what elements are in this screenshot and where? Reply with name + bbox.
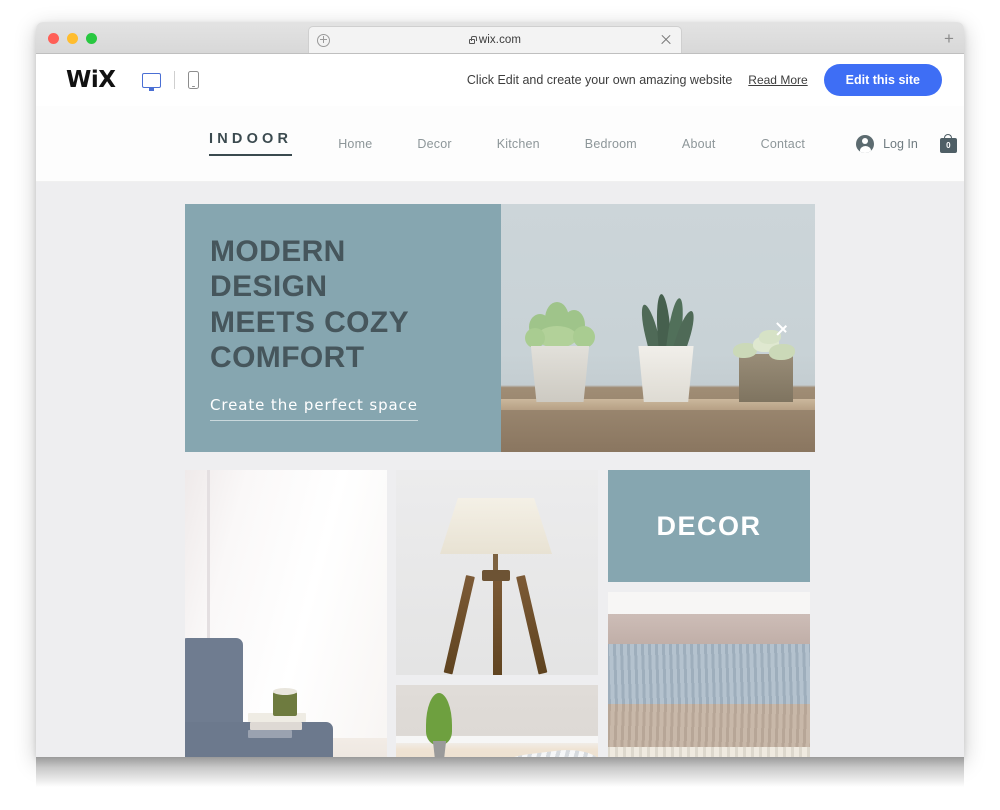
hero-title-line-3: MEETS COZY xyxy=(210,305,410,339)
site-logo-indoor[interactable]: INDOOR xyxy=(209,131,293,156)
hero-title-line-1: MODERN xyxy=(210,235,346,268)
shopping-bag-icon[interactable]: 0 xyxy=(939,134,957,153)
blanket-pink xyxy=(608,614,810,648)
plant-pot-2 xyxy=(636,293,698,402)
pot-2-body xyxy=(638,346,694,402)
grid-tile-rug[interactable] xyxy=(396,685,598,757)
grid-tile-chair[interactable] xyxy=(185,470,387,757)
hero-slider: MODERN DESIGN MEETS COZY COMFORT Create … xyxy=(185,204,815,452)
promo-text: Click Edit and create your own amazing w… xyxy=(466,73,733,87)
site-content: MODERN DESIGN MEETS COZY COMFORT Create … xyxy=(36,182,964,757)
lamp-leg xyxy=(443,574,475,675)
nav-item-home[interactable]: Home xyxy=(338,137,372,151)
rolled-rug xyxy=(489,745,598,757)
mobile-icon[interactable] xyxy=(187,71,199,89)
divider xyxy=(173,71,175,89)
nav-item-about[interactable]: About xyxy=(682,137,716,151)
nav-item-contact[interactable]: Contact xyxy=(761,137,805,151)
new-tab-button[interactable]: + xyxy=(938,28,960,50)
wix-top-bar: WiX Click Edit and create your own amazi… xyxy=(36,54,964,106)
nav-item-kitchen[interactable]: Kitchen xyxy=(497,137,540,151)
lamp-shade xyxy=(440,498,552,554)
lamp-leg xyxy=(516,574,548,675)
tab-title: wix.com xyxy=(330,34,660,46)
pot-1-body xyxy=(530,346,590,402)
account-avatar-icon[interactable] xyxy=(856,134,875,153)
pot-3-body xyxy=(739,354,793,402)
blanket-taupe xyxy=(608,704,810,752)
nav-item-decor[interactable]: Decor xyxy=(417,137,451,151)
window-traffic-lights xyxy=(48,33,97,44)
green-candle xyxy=(273,688,297,716)
device-preview-toggle xyxy=(141,71,199,91)
lock-icon xyxy=(468,35,477,44)
read-more-link[interactable]: Read More xyxy=(748,73,807,87)
decor-tile-label: DECOR xyxy=(656,510,762,541)
desktop-icon[interactable] xyxy=(141,72,161,91)
hero-image-succulents xyxy=(501,204,815,452)
succulent-leaf-3 xyxy=(769,344,795,360)
log-in-link[interactable]: Log In xyxy=(883,137,918,151)
wix-bar-actions: Click Edit and create your own amazing w… xyxy=(467,64,942,96)
minimize-window-button[interactable] xyxy=(67,33,78,44)
succulent-1 xyxy=(523,292,599,352)
plant-pot-3 xyxy=(733,330,795,402)
blanket-cream xyxy=(608,747,810,757)
topiary-plant xyxy=(426,693,452,745)
blanket-blue xyxy=(608,644,810,706)
cart-count-badge: 0 xyxy=(946,141,951,150)
browser-window: wix.com + WiX Click Edit and create your… xyxy=(36,22,964,757)
plus-circle-icon xyxy=(317,33,330,47)
grid-tile-decor[interactable]: DECOR xyxy=(608,470,810,582)
hero-text-panel: MODERN DESIGN MEETS COZY COMFORT Create … xyxy=(185,204,501,452)
close-icon[interactable] xyxy=(660,34,672,46)
hero-cta-link[interactable]: Create the perfect space xyxy=(210,396,418,421)
topiary-pot xyxy=(432,741,447,757)
chevron-right-icon[interactable] xyxy=(775,316,789,340)
browser-tab[interactable]: wix.com xyxy=(308,26,682,53)
wix-logo[interactable]: WiX xyxy=(66,67,116,93)
hero-title-line-2: DESIGN xyxy=(210,270,328,304)
lamp-hub xyxy=(482,570,510,581)
window-bottom-shadow xyxy=(36,757,964,787)
grid-tile-lamp[interactable] xyxy=(396,470,598,675)
hero-title: MODERN DESIGN MEETS COZY COMFORT xyxy=(210,234,501,376)
book-stack xyxy=(248,713,306,738)
browser-tab-bar: wix.com + xyxy=(36,22,964,54)
close-window-button[interactable] xyxy=(48,33,59,44)
edit-this-site-button[interactable]: Edit this site xyxy=(823,64,942,96)
hero-title-line-4: COMFORT xyxy=(210,341,365,375)
plant-pot-1 xyxy=(525,302,595,402)
grid-tile-blankets[interactable] xyxy=(608,592,810,757)
maximize-window-button[interactable] xyxy=(86,33,97,44)
nav-item-bedroom[interactable]: Bedroom xyxy=(585,137,637,151)
lamp-leg xyxy=(493,576,502,675)
nav-account-area: Log In 0 xyxy=(856,134,957,153)
tab-url-text: wix.com xyxy=(478,34,522,46)
site-navigation: INDOOR Home Decor Kitchen Bedroom About … xyxy=(36,106,964,182)
wooden-shelf xyxy=(501,402,815,452)
wall-trim xyxy=(207,470,210,660)
